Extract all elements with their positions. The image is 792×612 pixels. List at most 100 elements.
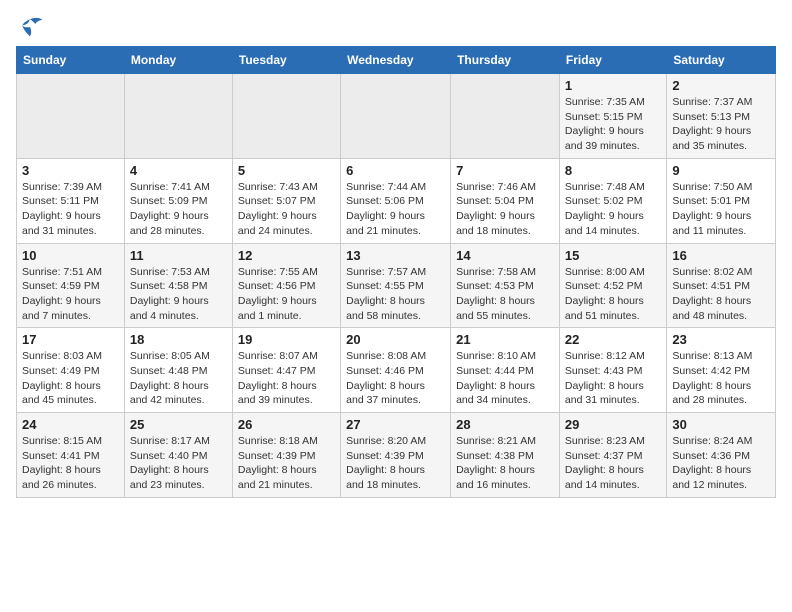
calendar-day: 10 Sunrise: 7:51 AM Sunset: 4:59 PM Dayli… <box>17 243 125 328</box>
day-detail: Sunrise: 7:46 AM Sunset: 5:04 PM Dayligh… <box>456 180 554 239</box>
calendar-day: 20 Sunrise: 8:08 AM Sunset: 4:46 PM Dayli… <box>341 328 451 413</box>
calendar-table: SundayMondayTuesdayWednesdayThursdayFrid… <box>16 46 776 498</box>
day-detail: Sunrise: 8:07 AM Sunset: 4:47 PM Dayligh… <box>238 349 335 408</box>
calendar-day: 7 Sunrise: 7:46 AM Sunset: 5:04 PM Daylig… <box>451 158 560 243</box>
col-header-friday: Friday <box>559 47 666 74</box>
day-number: 25 <box>130 417 227 432</box>
calendar-day: 17Sunrise: 8:03 AM Sunset: 4:49 PM Dayli… <box>17 328 125 413</box>
calendar-day: 2Sunrise: 7:37 AM Sunset: 5:13 PM Daylig… <box>667 74 776 159</box>
day-number: 13 <box>346 248 445 263</box>
day-detail: Sunrise: 7:43 AM Sunset: 5:07 PM Dayligh… <box>238 180 335 239</box>
day-detail: Sunrise: 7:58 AM Sunset: 4:53 PM Dayligh… <box>456 265 554 324</box>
day-detail: Sunrise: 8:03 AM Sunset: 4:49 PM Dayligh… <box>22 349 119 408</box>
day-detail: Sunrise: 7:44 AM Sunset: 5:06 PM Dayligh… <box>346 180 445 239</box>
calendar-day: 13 Sunrise: 7:57 AM Sunset: 4:55 PM Dayli… <box>341 243 451 328</box>
day-number: 6 <box>346 163 445 178</box>
calendar-day: 15Sunrise: 8:00 AM Sunset: 4:52 PM Dayli… <box>559 243 666 328</box>
page-header <box>16 16 776 38</box>
day-detail: Sunrise: 8:20 AM Sunset: 4:39 PM Dayligh… <box>346 434 445 493</box>
day-number: 8 <box>565 163 661 178</box>
day-number: 15 <box>565 248 661 263</box>
calendar-header: SundayMondayTuesdayWednesdayThursdayFrid… <box>17 47 776 74</box>
calendar-day <box>341 74 451 159</box>
day-number: 14 <box>456 248 554 263</box>
col-header-wednesday: Wednesday <box>341 47 451 74</box>
calendar-day: 21 Sunrise: 8:10 AM Sunset: 4:44 PM Dayli… <box>451 328 560 413</box>
day-detail: Sunrise: 7:57 AM Sunset: 4:55 PM Dayligh… <box>346 265 445 324</box>
day-detail: Sunrise: 7:51 AM Sunset: 4:59 PM Dayligh… <box>22 265 119 324</box>
day-number: 20 <box>346 332 445 347</box>
day-detail: Sunrise: 7:55 AM Sunset: 4:56 PM Dayligh… <box>238 265 335 324</box>
calendar-day: 1 Sunrise: 7:35 AM Sunset: 5:15 PM Daylig… <box>559 74 666 159</box>
calendar-day <box>232 74 340 159</box>
day-detail: Sunrise: 7:35 AM Sunset: 5:15 PM Dayligh… <box>565 95 661 154</box>
calendar-day: 23Sunrise: 8:13 AM Sunset: 4:42 PM Dayli… <box>667 328 776 413</box>
calendar-day: 19 Sunrise: 8:07 AM Sunset: 4:47 PM Dayli… <box>232 328 340 413</box>
day-number: 16 <box>672 248 770 263</box>
calendar-day: 24 Sunrise: 8:15 AM Sunset: 4:41 PM Dayli… <box>17 413 125 498</box>
day-number: 5 <box>238 163 335 178</box>
calendar-day: 3 Sunrise: 7:39 AM Sunset: 5:11 PM Daylig… <box>17 158 125 243</box>
day-detail: Sunrise: 8:23 AM Sunset: 4:37 PM Dayligh… <box>565 434 661 493</box>
day-number: 24 <box>22 417 119 432</box>
calendar-day: 28Sunrise: 8:21 AM Sunset: 4:38 PM Dayli… <box>451 413 560 498</box>
calendar-day: 26Sunrise: 8:18 AM Sunset: 4:39 PM Dayli… <box>232 413 340 498</box>
header-row: SundayMondayTuesdayWednesdayThursdayFrid… <box>17 47 776 74</box>
day-detail: Sunrise: 8:05 AM Sunset: 4:48 PM Dayligh… <box>130 349 227 408</box>
day-number: 23 <box>672 332 770 347</box>
day-number: 30 <box>672 417 770 432</box>
day-number: 26 <box>238 417 335 432</box>
calendar-day <box>451 74 560 159</box>
day-number: 12 <box>238 248 335 263</box>
col-header-thursday: Thursday <box>451 47 560 74</box>
day-detail: Sunrise: 7:48 AM Sunset: 5:02 PM Dayligh… <box>565 180 661 239</box>
week-row-2: 3 Sunrise: 7:39 AM Sunset: 5:11 PM Daylig… <box>17 158 776 243</box>
day-number: 7 <box>456 163 554 178</box>
calendar-day: 22Sunrise: 8:12 AM Sunset: 4:43 PM Dayli… <box>559 328 666 413</box>
day-detail: Sunrise: 8:15 AM Sunset: 4:41 PM Dayligh… <box>22 434 119 493</box>
calendar-day: 4Sunrise: 7:41 AM Sunset: 5:09 PM Daylig… <box>124 158 232 243</box>
day-detail: Sunrise: 8:24 AM Sunset: 4:36 PM Dayligh… <box>672 434 770 493</box>
day-detail: Sunrise: 7:53 AM Sunset: 4:58 PM Dayligh… <box>130 265 227 324</box>
day-detail: Sunrise: 8:02 AM Sunset: 4:51 PM Dayligh… <box>672 265 770 324</box>
col-header-saturday: Saturday <box>667 47 776 74</box>
calendar-day: 14 Sunrise: 7:58 AM Sunset: 4:53 PM Dayli… <box>451 243 560 328</box>
day-detail: Sunrise: 7:39 AM Sunset: 5:11 PM Dayligh… <box>22 180 119 239</box>
day-number: 19 <box>238 332 335 347</box>
calendar-day: 5 Sunrise: 7:43 AM Sunset: 5:07 PM Daylig… <box>232 158 340 243</box>
day-number: 3 <box>22 163 119 178</box>
day-detail: Sunrise: 8:08 AM Sunset: 4:46 PM Dayligh… <box>346 349 445 408</box>
day-number: 10 <box>22 248 119 263</box>
week-row-4: 17Sunrise: 8:03 AM Sunset: 4:49 PM Dayli… <box>17 328 776 413</box>
day-number: 29 <box>565 417 661 432</box>
day-number: 18 <box>130 332 227 347</box>
col-header-tuesday: Tuesday <box>232 47 340 74</box>
day-detail: Sunrise: 8:10 AM Sunset: 4:44 PM Dayligh… <box>456 349 554 408</box>
day-detail: Sunrise: 8:17 AM Sunset: 4:40 PM Dayligh… <box>130 434 227 493</box>
day-detail: Sunrise: 7:50 AM Sunset: 5:01 PM Dayligh… <box>672 180 770 239</box>
week-row-1: 1 Sunrise: 7:35 AM Sunset: 5:15 PM Daylig… <box>17 74 776 159</box>
calendar-day: 30 Sunrise: 8:24 AM Sunset: 4:36 PM Dayli… <box>667 413 776 498</box>
day-number: 11 <box>130 248 227 263</box>
calendar-body: 1 Sunrise: 7:35 AM Sunset: 5:15 PM Daylig… <box>17 74 776 498</box>
day-detail: Sunrise: 7:41 AM Sunset: 5:09 PM Dayligh… <box>130 180 227 239</box>
day-number: 21 <box>456 332 554 347</box>
calendar-day: 18 Sunrise: 8:05 AM Sunset: 4:48 PM Dayli… <box>124 328 232 413</box>
day-detail: Sunrise: 8:21 AM Sunset: 4:38 PM Dayligh… <box>456 434 554 493</box>
day-number: 1 <box>565 78 661 93</box>
week-row-3: 10 Sunrise: 7:51 AM Sunset: 4:59 PM Dayli… <box>17 243 776 328</box>
calendar-day: 27 Sunrise: 8:20 AM Sunset: 4:39 PM Dayli… <box>341 413 451 498</box>
day-detail: Sunrise: 8:12 AM Sunset: 4:43 PM Dayligh… <box>565 349 661 408</box>
calendar-day: 29 Sunrise: 8:23 AM Sunset: 4:37 PM Dayli… <box>559 413 666 498</box>
calendar-day: 8 Sunrise: 7:48 AM Sunset: 5:02 PM Daylig… <box>559 158 666 243</box>
logo-bird-icon <box>16 16 44 38</box>
calendar-day: 6 Sunrise: 7:44 AM Sunset: 5:06 PM Daylig… <box>341 158 451 243</box>
col-header-monday: Monday <box>124 47 232 74</box>
day-number: 2 <box>672 78 770 93</box>
logo <box>16 16 48 38</box>
calendar-day: 12 Sunrise: 7:55 AM Sunset: 4:56 PM Dayli… <box>232 243 340 328</box>
day-number: 9 <box>672 163 770 178</box>
calendar-day: 11 Sunrise: 7:53 AM Sunset: 4:58 PM Dayli… <box>124 243 232 328</box>
calendar-day: 25 Sunrise: 8:17 AM Sunset: 4:40 PM Dayli… <box>124 413 232 498</box>
day-number: 27 <box>346 417 445 432</box>
